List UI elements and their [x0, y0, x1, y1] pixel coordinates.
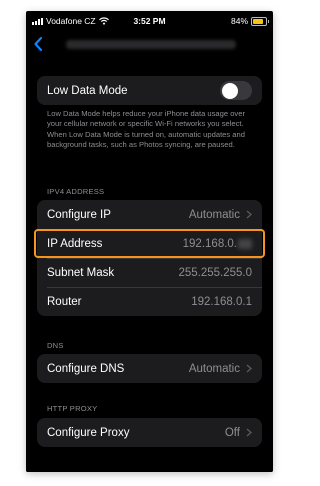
configure-ip-value: Automatic — [189, 209, 252, 221]
configure-dns-row[interactable]: Configure DNS Automatic — [37, 354, 262, 383]
toggle-knob — [221, 82, 238, 99]
configure-proxy-label: Configure Proxy — [47, 426, 130, 439]
low-data-toggle[interactable] — [220, 81, 252, 100]
configure-dns-label: Configure DNS — [47, 362, 125, 375]
low-data-label: Low Data Mode — [47, 84, 128, 97]
configure-proxy-value-text: Off — [224, 426, 240, 439]
proxy-group: Configure Proxy Off — [37, 418, 262, 447]
dns-section-header: DNS — [47, 341, 64, 350]
subnet-mask-value: 255.255.255.0 — [178, 266, 252, 279]
dns-group: Configure DNS Automatic — [37, 354, 262, 383]
ipv4-group: Configure IP Automatic IP Address 192.16… — [37, 200, 262, 316]
router-label: Router — [47, 295, 82, 308]
ip-address-highlight — [34, 229, 265, 258]
nav-bar — [26, 33, 273, 55]
battery-group: 84% — [230, 16, 269, 26]
configure-dns-value-text: Automatic — [188, 362, 240, 375]
chevron-right-icon — [246, 210, 252, 219]
nav-title-redacted — [66, 40, 236, 49]
ipv4-section-header: IPV4 ADDRESS — [47, 187, 105, 196]
configure-proxy-value: Off — [225, 427, 252, 439]
chevron-right-icon — [246, 364, 252, 373]
router-row: Router 192.168.0.1 — [37, 287, 262, 316]
configure-proxy-row[interactable]: Configure Proxy Off — [37, 418, 262, 447]
phone-screen: Vodafone CZ 3:52 PM 84% Low Data Mode Lo… — [26, 11, 273, 472]
settings-content: Low Data Mode Low Data Mode helps reduce… — [26, 59, 273, 472]
http-proxy-section-header: HTTP PROXY — [47, 404, 98, 413]
battery-icon — [251, 16, 269, 26]
low-data-group: Low Data Mode — [37, 76, 262, 105]
back-chevron-icon[interactable] — [32, 36, 46, 52]
low-data-row[interactable]: Low Data Mode — [37, 76, 262, 105]
router-value: 192.168.0.1 — [191, 295, 252, 308]
configure-ip-value-text: Automatic — [188, 208, 240, 221]
configure-ip-row[interactable]: Configure IP Automatic — [37, 200, 262, 229]
configure-dns-value: Automatic — [189, 363, 252, 375]
status-bar: Vodafone CZ 3:52 PM 84% — [26, 11, 273, 31]
configure-ip-label: Configure IP — [47, 208, 111, 221]
subnet-mask-row: Subnet Mask 255.255.255.0 — [37, 258, 262, 287]
subnet-mask-label: Subnet Mask — [47, 266, 115, 279]
chevron-right-icon — [246, 428, 252, 437]
low-data-description: Low Data Mode helps reduce your iPhone d… — [47, 109, 245, 150]
battery-percent: 84% — [230, 16, 248, 26]
